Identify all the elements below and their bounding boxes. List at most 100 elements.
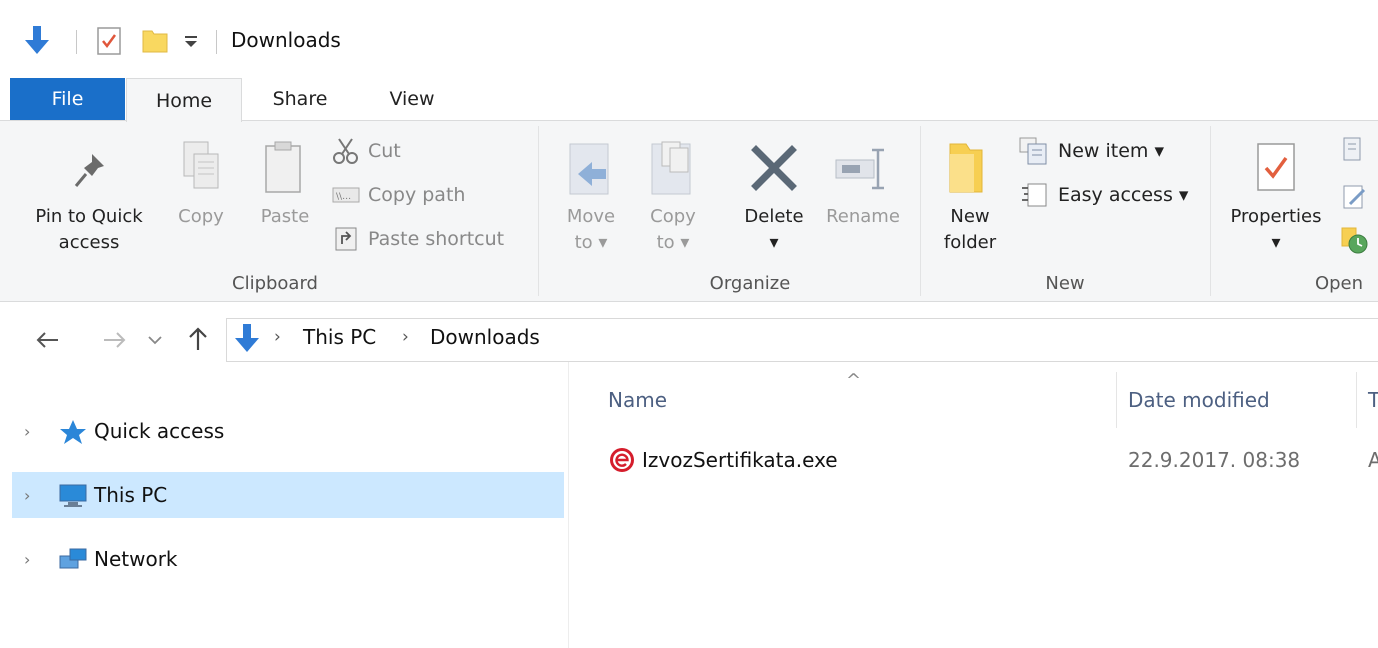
tab-share[interactable]: Share [250, 78, 350, 120]
recent-locations-chevron-icon[interactable] [146, 332, 164, 348]
new-group-label: New [1045, 273, 1085, 294]
easy-access-icon [1022, 183, 1047, 207]
move-to-button[interactable]: Move to ▾ [556, 140, 626, 270]
network-icon [59, 548, 87, 569]
open-group-label: Open [1314, 273, 1364, 294]
pin-icon [74, 154, 104, 187]
customize-quick-access-icon[interactable] [182, 34, 200, 50]
nav-item-network[interactable]: › Network [12, 536, 564, 582]
move-to-line1: Move [566, 206, 616, 227]
column-separator[interactable] [1356, 372, 1357, 428]
clipboard-paste-icon [265, 141, 301, 193]
breadcrumb-separator[interactable]: › [274, 327, 281, 347]
properties-checkmark-icon[interactable] [96, 26, 124, 56]
history-icon[interactable] [1340, 226, 1370, 256]
new-folder-icon [949, 143, 983, 193]
group-separator [920, 126, 921, 296]
rename-button[interactable]: Rename [818, 140, 908, 250]
move-to-line2: to ▾ [574, 232, 608, 253]
tab-home[interactable]: Home [126, 78, 242, 122]
quick-access-separator [76, 30, 77, 54]
delete-dropdown-arrow[interactable]: ▾ [734, 230, 814, 256]
paste-button[interactable]: Paste [250, 140, 320, 250]
sort-ascending-indicator: ^ [846, 370, 862, 391]
new-item-label: New item ▾ [1058, 140, 1164, 162]
open-icon[interactable] [1340, 134, 1370, 164]
properties-dropdown-arrow[interactable]: ▾ [1220, 230, 1332, 256]
tab-file[interactable]: File [10, 78, 125, 120]
properties-button[interactable]: Properties ▾ [1220, 140, 1332, 270]
new-item-button[interactable]: New item ▾ [1018, 134, 1198, 168]
copy-to-button[interactable]: Copy to ▾ [636, 140, 710, 270]
file-name[interactable]: IzvozSertifikata.exe [642, 448, 838, 472]
breadcrumb-downloads[interactable]: Downloads [430, 325, 540, 349]
nav-item-label: Quick access [94, 419, 225, 443]
paste-shortcut-label: Paste shortcut [368, 228, 505, 250]
file-date-modified: 22.9.2017. 08:38 [1128, 448, 1301, 472]
properties-icon [1257, 143, 1295, 191]
edit-icon[interactable] [1340, 182, 1370, 212]
nav-item-this-pc[interactable]: › This PC [12, 472, 564, 518]
pin-to-quick-access-button[interactable]: Pin to Quick access [14, 140, 164, 270]
clipboard-group-label: Clipboard [232, 273, 318, 294]
nav-item-label: Network [94, 547, 178, 571]
copy-icon [183, 141, 219, 189]
properties-label: Properties [1230, 206, 1322, 227]
column-header-type[interactable]: T [1368, 388, 1378, 412]
rename-label: Rename [826, 206, 900, 227]
scissors-icon [333, 138, 358, 164]
title-bar [0, 0, 1378, 80]
expand-chevron-icon[interactable]: › [24, 550, 46, 569]
copy-path-button[interactable]: \\… Copy path [332, 180, 532, 210]
column-header-name[interactable]: Name [608, 388, 667, 412]
easy-access-label: Easy access ▾ [1058, 184, 1189, 206]
nav-item-label: This PC [94, 483, 168, 507]
nav-item-quick-access[interactable]: › Quick access [12, 408, 564, 454]
file-type: A [1368, 448, 1378, 472]
breadcrumb-separator[interactable]: › [402, 327, 409, 347]
exe-application-icon [610, 448, 634, 472]
table-row[interactable]: IzvozSertifikata.exe 22.9.2017. 08:38 A [600, 440, 1378, 482]
breadcrumb-this-pc[interactable]: This PC [303, 325, 376, 349]
column-separator[interactable] [1116, 372, 1117, 428]
paste-label: Paste [260, 206, 310, 227]
copy-to-icon [651, 141, 691, 195]
group-separator [538, 126, 539, 296]
paste-shortcut-icon [335, 227, 357, 251]
organize-group-label: Organize [709, 273, 791, 294]
cut-button[interactable]: Cut [332, 136, 532, 166]
copy-to-line2: to ▾ [656, 232, 690, 253]
new-folder-button[interactable]: New folder [932, 140, 1008, 270]
delete-x-icon [751, 145, 797, 191]
copy-path-icon: \\… [332, 187, 360, 203]
new-folder-quick-icon[interactable] [140, 26, 170, 56]
expand-chevron-icon[interactable]: › [24, 486, 46, 505]
cut-label: Cut [368, 140, 401, 162]
new-folder-line1: New [950, 206, 990, 227]
back-arrow-icon[interactable] [32, 328, 62, 352]
download-arrow-icon[interactable] [22, 24, 52, 58]
pin-label-line2: access [58, 232, 120, 253]
copy-path-label: Copy path [368, 184, 466, 206]
expand-chevron-icon[interactable]: › [24, 422, 46, 441]
rename-icon [835, 148, 884, 190]
copy-button[interactable]: Copy [168, 140, 234, 250]
new-folder-line2: folder [943, 232, 997, 253]
group-separator [1210, 126, 1211, 296]
up-arrow-icon[interactable] [184, 324, 212, 354]
delete-button[interactable]: Delete ▾ [734, 140, 814, 270]
computer-monitor-icon [59, 484, 87, 507]
paste-shortcut-button[interactable]: Paste shortcut [332, 224, 532, 254]
tab-view[interactable]: View [362, 78, 462, 120]
column-header-date-modified[interactable]: Date modified [1128, 388, 1270, 412]
copy-to-line1: Copy [650, 206, 696, 227]
forward-arrow-icon[interactable] [100, 328, 130, 352]
copy-label: Copy [178, 206, 224, 227]
address-bar[interactable] [226, 318, 1378, 362]
easy-access-button[interactable]: Easy access ▾ [1018, 178, 1198, 212]
quick-access-star-icon [60, 420, 86, 444]
downloads-location-icon [235, 324, 259, 352]
move-to-icon [569, 143, 609, 195]
svg-text:\\…: \\… [336, 192, 351, 202]
title-separator [216, 30, 217, 54]
